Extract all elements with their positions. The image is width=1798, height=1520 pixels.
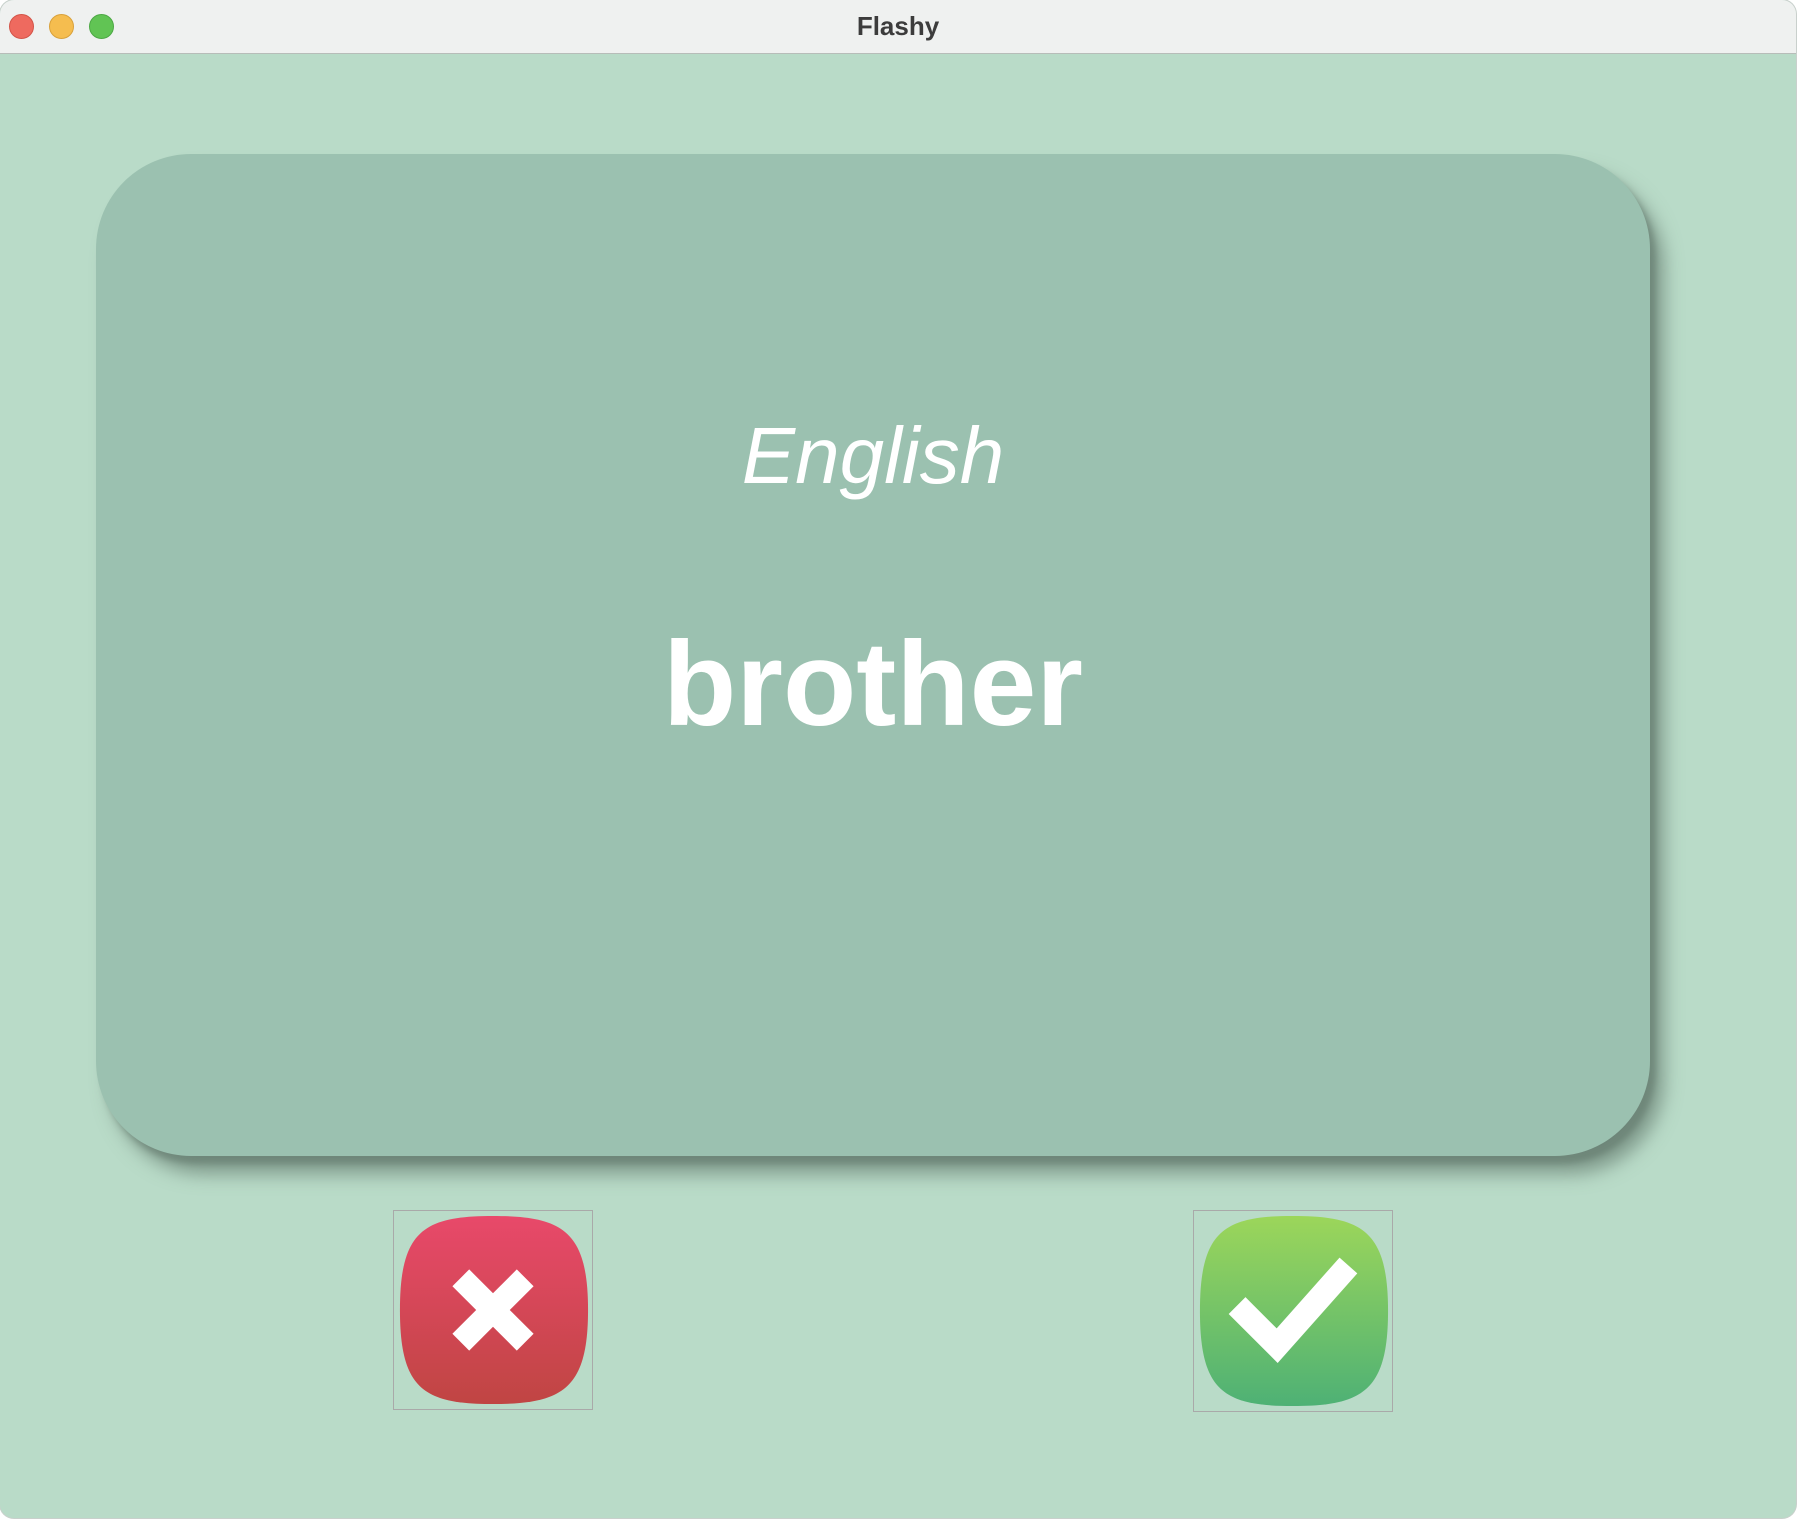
app-window: Flashy English brother bbox=[0, 0, 1796, 1518]
checkmark-icon bbox=[1199, 1215, 1389, 1407]
card-word: brother bbox=[663, 617, 1083, 751]
wrong-button[interactable] bbox=[393, 1210, 593, 1410]
main-content: English brother bbox=[0, 54, 1796, 1518]
flash-card: English brother bbox=[96, 154, 1650, 1156]
card-language-title: English bbox=[741, 411, 1005, 500]
title-bar: Flashy bbox=[0, 0, 1796, 54]
cross-icon bbox=[399, 1215, 589, 1405]
window-title: Flashy bbox=[856, 11, 940, 41]
right-button[interactable] bbox=[1193, 1210, 1393, 1412]
